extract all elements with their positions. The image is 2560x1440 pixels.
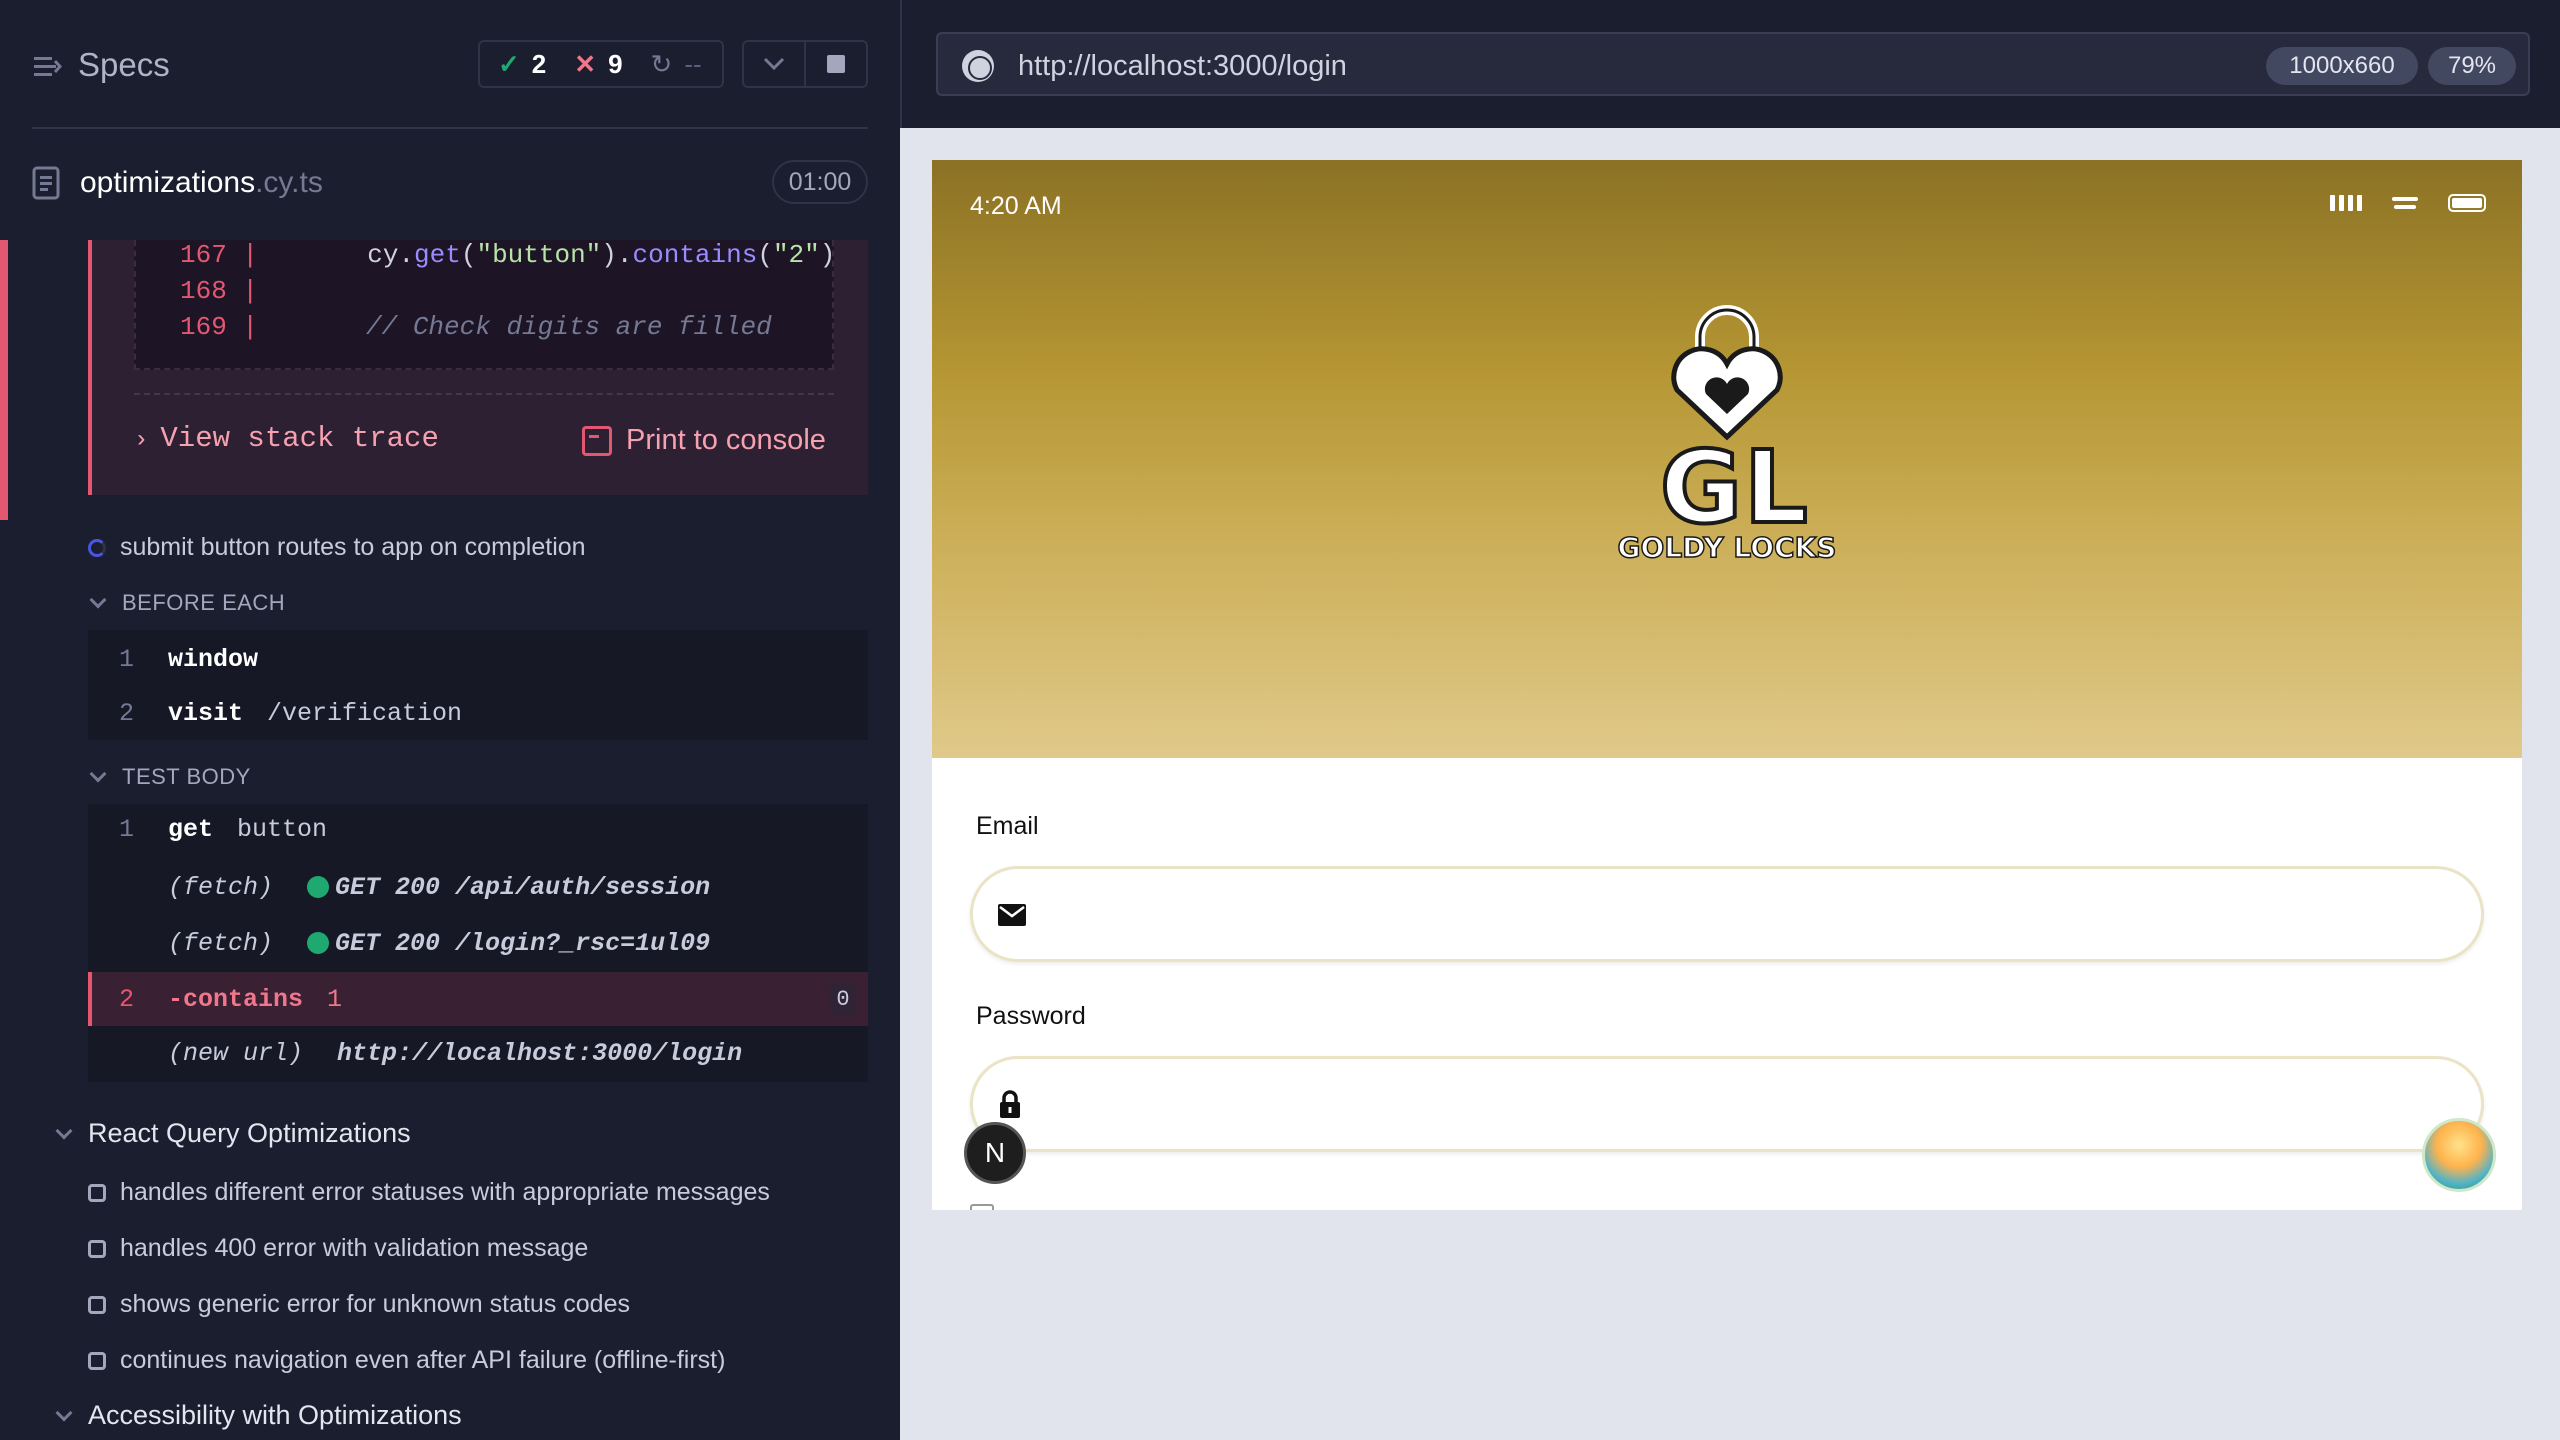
spec-file-name: optimizations.cy.ts [80,166,323,200]
app-under-test-panel: http://localhost:3000/login 1000x660 79%… [900,0,2560,1440]
print-label: Print to console [626,424,826,456]
fetch-event-row[interactable]: (fetch) GET 200 /api/auth/session [88,862,868,912]
code-line: 167 | cy.get("button").contains("2") [180,240,836,270]
command-row[interactable]: 2 visit /verification [88,688,868,738]
stop-icon [827,55,845,73]
test-body-commands: 1 get button (fetch) GET 200 /api/auth/s… [88,804,868,1082]
code-line: 169 |// Check digits are filled [180,312,772,342]
stop-button[interactable] [806,42,866,86]
test-title: submit button routes to app on completio… [120,533,586,561]
url-event-row[interactable]: (new url) http://localhost:3000/login [88,1028,868,1078]
test-body-header[interactable]: TEST BODY [89,764,251,790]
login-hero: 4:20 AM G L GOLDY LOCKS [932,160,2522,758]
header-divider [32,127,868,129]
nextjs-devtools-button[interactable]: N [964,1122,1026,1184]
pending-test-icon [88,1351,106,1370]
run-controls [742,40,868,88]
passed-count: 2 [531,48,547,79]
email-field[interactable] [970,866,2484,962]
match-count-badge: 0 [830,983,856,1015]
svg-text:L: L [1744,429,1808,546]
aut-header: http://localhost:3000/login 1000x660 79% [900,0,2560,128]
failed-test-indicator [0,240,8,520]
suite-accessibility[interactable]: Accessibility with Optimizations [55,1400,462,1431]
status-time: 4:20 AM [970,192,1062,220]
lock-icon [1000,1090,1020,1118]
pending-test[interactable]: handles 400 error with validation messag… [88,1234,588,1263]
spec-file-row: optimizations.cy.ts 01:00 [0,150,900,216]
failed-command-row[interactable]: 2 -contains 1 0 [88,972,868,1026]
password-field[interactable] [970,1056,2484,1152]
failed-stat: ✕ 9 [574,49,622,80]
stack-trace-label: View stack trace [160,422,439,455]
duration-badge: 01:00 [772,160,868,204]
url-text[interactable]: http://localhost:3000/login [1018,50,1347,83]
pending-test[interactable]: continues navigation even after API fail… [88,1346,725,1375]
command-log-panel: Specs ✓ 2 ✕ 9 ↻ -- optimizations.cy.ts 0… [0,0,900,1440]
error-panel: 167 | cy.get("button").contains("2") 168… [88,240,868,495]
code-frame: 167 | cy.get("button").contains("2") 168… [134,240,836,370]
failed-count: 9 [608,48,623,79]
brand-name: GOLDY LOCKS [1618,531,1837,562]
remember-checkbox[interactable] [970,1204,994,1210]
spec-extension: .cy.ts [255,166,323,199]
collapse-button[interactable] [744,42,806,86]
goldy-locks-logo: G L GOLDY LOCKS [1617,305,1837,562]
pending-test-icon [88,1295,106,1314]
status-ok-icon [307,932,330,954]
before-each-commands: 1 window 2 visit /verification [88,630,868,740]
zoom-badge[interactable]: 79% [2428,47,2516,85]
specs-title[interactable]: Specs [78,46,170,84]
island-avatar-icon[interactable] [2422,1118,2496,1192]
svg-text:G: G [1660,429,1742,546]
print-to-console-button[interactable]: Print to console [582,424,826,457]
password-label: Password [976,1002,1086,1030]
chevron-down-icon [763,57,785,71]
file-icon [32,166,60,200]
command-row[interactable]: 1 get button [88,804,868,854]
error-divider [134,393,834,395]
url-bar[interactable]: http://localhost:3000/login 1000x660 79% [936,32,2530,96]
command-row[interactable]: 1 window [88,634,868,684]
before-each-hook-header[interactable]: BEFORE EACH [89,590,285,616]
running-spinner-icon [88,538,106,557]
code-line: 168 | [180,276,259,306]
pending-count: -- [684,48,702,79]
test-stats: ✓ 2 ✕ 9 ↻ -- [478,40,724,88]
chevron-down-icon [89,591,107,609]
email-label: Email [976,812,1039,840]
signal-icon [2330,195,2362,211]
passed-stat: ✓ 2 [498,49,546,80]
status-icons [2330,194,2486,212]
cypress-runner: Specs ✓ 2 ✕ 9 ↻ -- optimizations.cy.ts 0… [0,0,2560,1440]
pending-test[interactable]: shows generic error for unknown status c… [88,1290,630,1319]
pending-stat: ↻ -- [651,49,702,80]
wifi-icon [2392,195,2418,211]
viewport-size-badge[interactable]: 1000x660 [2266,47,2418,85]
battery-icon [2448,194,2486,212]
view-stack-trace-toggle[interactable]: › View stack trace [134,422,439,455]
status-ok-icon [307,876,330,898]
suite-react-query[interactable]: React Query Optimizations [55,1118,411,1149]
chevron-down-icon [89,765,107,783]
mail-icon [998,904,1026,926]
x-icon: ✕ [574,48,597,79]
spec-base-name: optimizations [80,166,256,199]
terminal-icon [582,425,612,456]
specs-list-icon[interactable] [32,52,62,82]
pending-test-icon [88,1183,106,1202]
fetch-event-row[interactable]: (fetch) GET 200 /login?_rsc=1ul09 [88,918,868,968]
running-test-title[interactable]: submit button routes to app on completio… [88,533,586,562]
chevron-down-icon [55,1122,73,1139]
spinner-icon: ↻ [650,48,673,79]
pending-test-icon [88,1239,106,1258]
chevron-down-icon [55,1404,73,1421]
chevron-right-icon: › [134,427,149,454]
app-viewport: 4:20 AM G L GOLDY LOCKS Email Password N [932,160,2522,1210]
reporter-header: Specs ✓ 2 ✕ 9 ↻ -- [0,0,900,129]
globe-icon [962,50,994,82]
pending-test[interactable]: handles different error statuses with ap… [88,1178,770,1207]
check-icon: ✓ [498,48,520,79]
